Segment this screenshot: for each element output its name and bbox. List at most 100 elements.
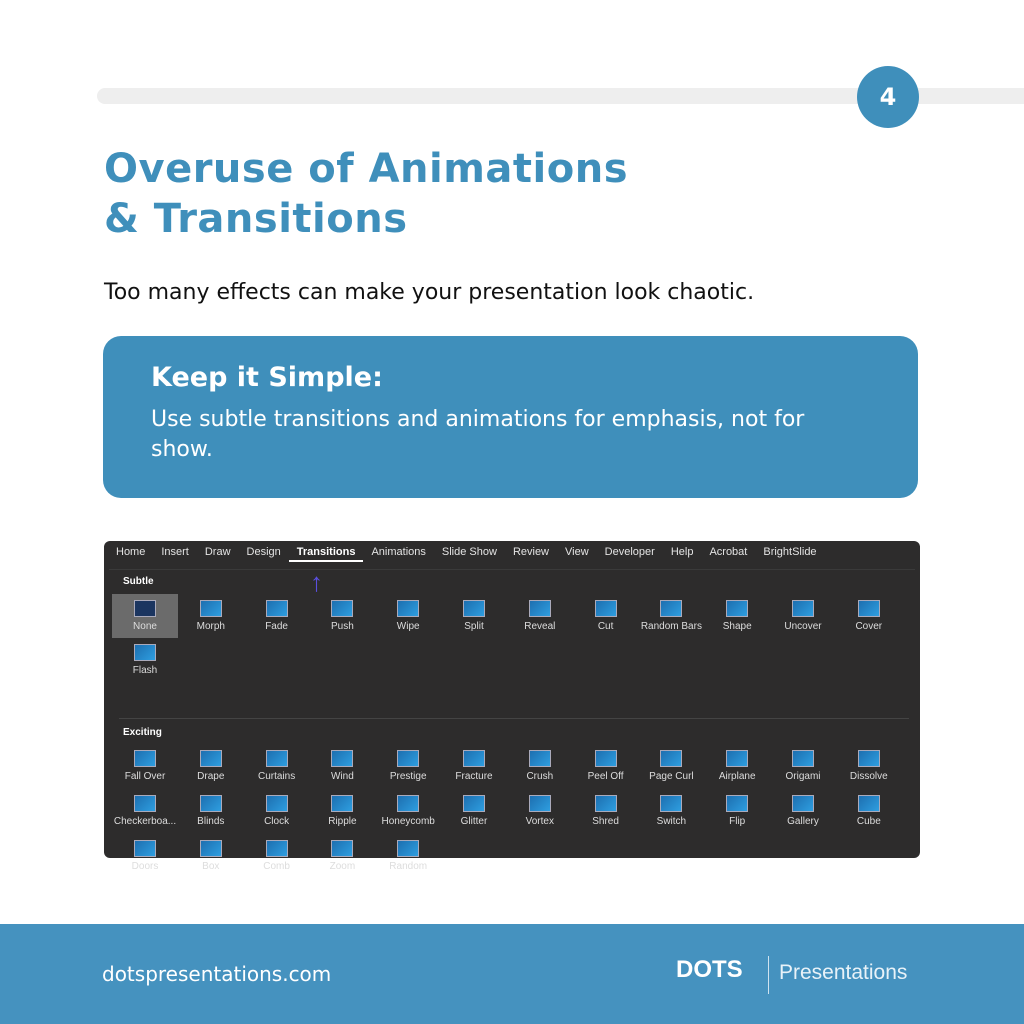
- tab-view[interactable]: View: [557, 546, 597, 562]
- transition-gallery[interactable]: Gallery: [770, 789, 836, 833]
- transition-drape[interactable]: Drape: [178, 744, 244, 788]
- transition-label: Page Curl: [649, 771, 694, 782]
- transition-thumbnail-icon: [792, 600, 814, 617]
- transition-fade[interactable]: Fade: [244, 594, 310, 638]
- transition-label: Fracture: [455, 771, 493, 782]
- transition-label: Origami: [785, 771, 821, 782]
- transition-thumbnail-icon: [134, 795, 156, 812]
- tab-animations[interactable]: Animations: [363, 546, 433, 562]
- transition-random[interactable]: Random: [375, 834, 441, 878]
- transition-page-curl[interactable]: Page Curl: [638, 744, 704, 788]
- transition-vortex[interactable]: Vortex: [507, 789, 573, 833]
- transition-fall-over[interactable]: Fall Over: [112, 744, 178, 788]
- transition-thumbnail-icon: [660, 750, 683, 767]
- transition-thumbnail-icon: [726, 795, 749, 812]
- transition-label: Shape: [722, 621, 752, 632]
- transition-thumbnail-icon: [134, 840, 156, 857]
- transition-flip[interactable]: Flip: [704, 789, 770, 833]
- transition-shred[interactable]: Shred: [573, 789, 639, 833]
- transition-cover[interactable]: Cover: [836, 594, 902, 638]
- transition-fracture[interactable]: Fracture: [441, 744, 507, 788]
- transition-none[interactable]: None: [112, 594, 178, 638]
- transition-thumbnail-icon: [199, 750, 222, 767]
- transition-switch[interactable]: Switch: [638, 789, 704, 833]
- transition-label: None: [133, 621, 157, 632]
- tab-brightslide[interactable]: BrightSlide: [755, 546, 824, 562]
- transition-reveal[interactable]: Reveal: [507, 594, 573, 638]
- transition-thumbnail-icon: [397, 840, 420, 857]
- transitions-ribbon-screenshot: Home Insert Draw Design Transitions Animation…: [104, 541, 920, 872]
- transition-thumbnail-icon: [792, 750, 814, 767]
- transition-thumbnail-icon: [463, 795, 485, 812]
- transition-airplane[interactable]: Airplane: [704, 744, 770, 788]
- transition-split[interactable]: Split: [441, 594, 507, 638]
- transition-uncover[interactable]: Uncover: [770, 594, 836, 638]
- transition-comb[interactable]: Comb: [244, 834, 310, 878]
- tab-review[interactable]: Review: [505, 546, 557, 562]
- tab-home[interactable]: Home: [108, 546, 153, 562]
- transition-thumbnail-icon: [397, 750, 420, 767]
- transition-label: Fall Over: [124, 771, 166, 782]
- transition-label: Cover: [855, 621, 883, 632]
- tip-box: Keep it Simple: Use subtle transitions a…: [103, 336, 918, 498]
- transition-box[interactable]: Box: [178, 834, 244, 878]
- transition-thumbnail-icon: [528, 750, 551, 767]
- transition-label: Ripple: [328, 816, 357, 827]
- transition-label: Switch: [656, 816, 687, 827]
- transition-label: Shred: [592, 816, 619, 827]
- transition-thumbnail-icon: [397, 600, 420, 617]
- transition-morph[interactable]: Morph: [178, 594, 244, 638]
- transition-thumbnail-icon: [331, 600, 354, 617]
- transition-zoom[interactable]: Zoom: [309, 834, 375, 878]
- transition-peel-off[interactable]: Peel Off: [573, 744, 639, 788]
- transition-doors[interactable]: Doors: [112, 834, 178, 878]
- page-title: Overuse of Animations & Transitions: [104, 144, 628, 244]
- transition-thumbnail-icon: [265, 840, 288, 857]
- transition-thumbnail-icon: [726, 750, 749, 767]
- tab-insert[interactable]: Insert: [153, 546, 197, 562]
- transition-label: Flash: [132, 665, 158, 676]
- transition-origami[interactable]: Origami: [770, 744, 836, 788]
- transition-thumbnail-icon: [726, 600, 749, 617]
- tab-draw[interactable]: Draw: [197, 546, 239, 562]
- transition-label: Cube: [856, 816, 881, 827]
- transition-thumbnail-icon: [265, 600, 288, 617]
- transition-label: Wipe: [396, 621, 420, 632]
- transition-label: Crush: [526, 771, 554, 782]
- transition-thumbnail-icon: [528, 600, 551, 617]
- transition-glitter[interactable]: Glitter: [441, 789, 507, 833]
- transition-crush[interactable]: Crush: [507, 744, 573, 788]
- transition-cut[interactable]: Cut: [573, 594, 639, 638]
- tab-developer[interactable]: Developer: [597, 546, 663, 562]
- transition-prestige[interactable]: Prestige: [375, 744, 441, 788]
- transition-dissolve[interactable]: Dissolve: [836, 744, 902, 788]
- transition-ripple[interactable]: Ripple: [309, 789, 375, 833]
- transition-honeycomb[interactable]: Honeycomb: [375, 789, 441, 833]
- transition-random-bars[interactable]: Random Bars: [638, 594, 704, 638]
- transition-checkerboa-[interactable]: Checkerboa...: [112, 789, 178, 833]
- transition-thumbnail-icon: [331, 840, 354, 857]
- transition-label: Cut: [597, 621, 614, 632]
- transition-label: Prestige: [389, 771, 427, 782]
- website-link[interactable]: dotspresentations.com: [102, 962, 331, 986]
- transition-flash[interactable]: Flash: [112, 638, 178, 682]
- tab-help[interactable]: Help: [663, 546, 702, 562]
- transition-wipe[interactable]: Wipe: [375, 594, 441, 638]
- transition-shape[interactable]: Shape: [704, 594, 770, 638]
- transition-label: Uncover: [784, 621, 822, 632]
- transition-blinds[interactable]: Blinds: [178, 789, 244, 833]
- tab-transitions[interactable]: Transitions: [288, 546, 364, 562]
- transition-wind[interactable]: Wind: [309, 744, 375, 788]
- transition-cube[interactable]: Cube: [836, 789, 902, 833]
- tab-acrobat[interactable]: Acrobat: [701, 546, 755, 562]
- transition-clock[interactable]: Clock: [244, 789, 310, 833]
- transition-push[interactable]: Push: [309, 594, 375, 638]
- transition-thumbnail-icon: [594, 795, 617, 812]
- transition-label: Drape: [197, 771, 225, 782]
- transition-label: Blinds: [197, 816, 225, 827]
- transition-curtains[interactable]: Curtains: [244, 744, 310, 788]
- tab-design[interactable]: Design: [239, 546, 289, 562]
- transition-label: Vortex: [525, 816, 554, 827]
- section-subtle-label: Subtle: [123, 576, 154, 587]
- tab-slide-show[interactable]: Slide Show: [434, 546, 505, 562]
